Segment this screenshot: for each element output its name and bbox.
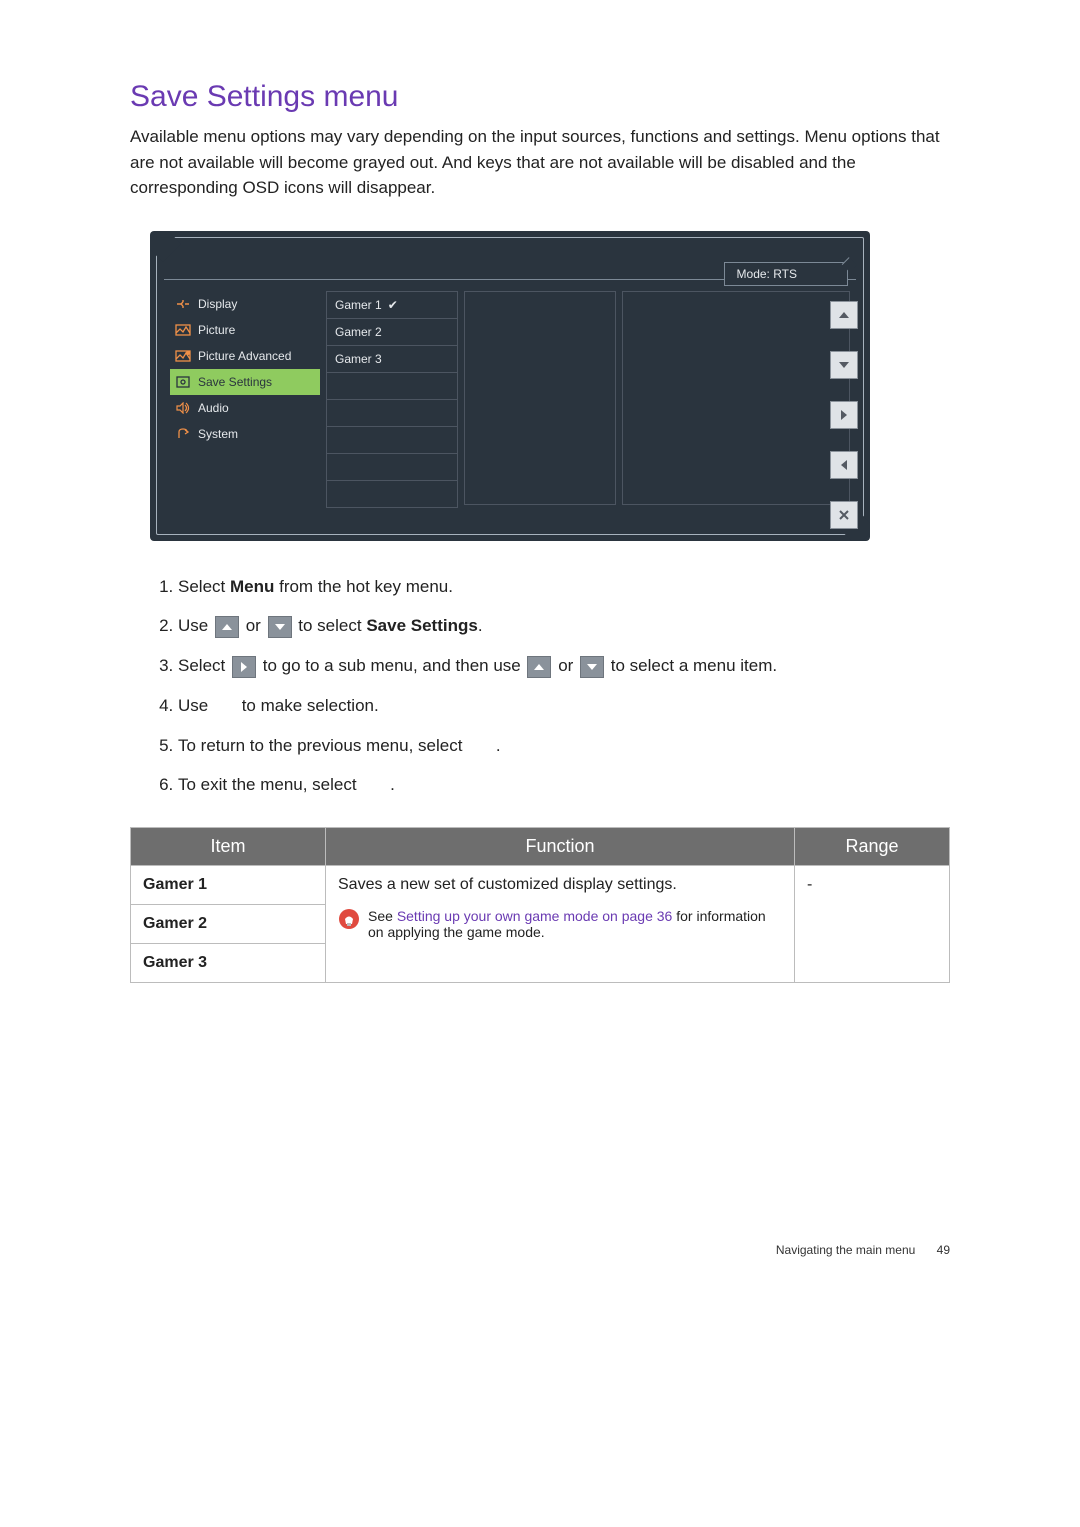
check-icon: ✔ [388,298,398,312]
nav-up-button[interactable] [830,301,858,329]
step-2: Use or to select Save Settings. [178,614,950,638]
osd-option-empty [326,453,458,481]
osd-option-gamer1[interactable]: Gamer 1 ✔ [326,291,458,319]
osd-screenshot: Mode: RTS Display Picture [150,231,870,541]
nav-left-button[interactable] [830,451,858,479]
audio-icon [174,401,192,415]
osd-option-gamer2[interactable]: Gamer 2 [326,318,458,346]
osd-option-empty [326,426,458,454]
th-range: Range [795,828,950,866]
sidebar-item-audio[interactable]: Audio [170,395,320,421]
sidebar-item-display[interactable]: Display [170,291,320,317]
th-item: Item [131,828,326,866]
cell-function: Saves a new set of customized display se… [326,866,795,983]
cell-range: - [795,866,950,983]
page-footer: Navigating the main menu 49 [130,1243,950,1257]
tip-note: See Setting up your own game mode on pag… [338,908,782,940]
page-heading: Save Settings menu [130,80,950,114]
up-arrow-icon [527,656,551,678]
tip-link[interactable]: Setting up your own game mode on page 36 [397,908,673,924]
option-label: Gamer 2 [335,325,382,339]
down-arrow-icon [580,656,604,678]
step-3: Select to go to a sub menu, and then use… [178,654,950,678]
up-arrow-icon [215,616,239,638]
intro-paragraph: Available menu options may vary dependin… [130,124,950,201]
sidebar-item-label: Display [198,297,237,311]
osd-panel: Mode: RTS Display Picture [150,231,870,541]
picture-advanced-icon [174,349,192,363]
right-arrow-icon [232,656,256,678]
mode-indicator: Mode: RTS [724,262,848,286]
nav-right-button[interactable] [830,401,858,429]
tip-icon [338,908,360,930]
sidebar-item-picture[interactable]: Picture [170,317,320,343]
picture-icon [174,323,192,337]
instruction-steps: Select Menu from the hot key menu. Use o… [154,575,950,798]
osd-option-empty [326,372,458,400]
cell-gamer1: Gamer 1 [131,866,326,905]
step-4: Use to make selection. [178,694,950,718]
osd-option-gamer3[interactable]: Gamer 3 [326,345,458,373]
footer-section: Navigating the main menu [776,1243,915,1257]
osd-nav-buttons [830,301,858,529]
down-arrow-icon [268,616,292,638]
save-settings-icon [174,375,192,389]
th-function: Function [326,828,795,866]
osd-preview-area [464,291,616,505]
function-table: Item Function Range Gamer 1 Saves a new … [130,827,950,983]
footer-page-number: 49 [937,1243,950,1257]
cell-gamer2: Gamer 2 [131,905,326,944]
osd-column-3 [622,291,850,531]
step-1: Select Menu from the hot key menu. [178,575,950,599]
osd-option-empty [326,480,458,508]
step-6: To exit the menu, select . [178,773,950,797]
sidebar-item-save-settings[interactable]: Save Settings [170,369,320,395]
osd-values-area [622,291,850,505]
sidebar-item-label: Audio [198,401,229,415]
sidebar-item-label: System [198,427,238,441]
osd-column-2 [464,291,616,531]
cell-gamer3: Gamer 3 [131,944,326,983]
osd-option-empty [326,399,458,427]
nav-exit-button[interactable] [830,501,858,529]
sidebar-item-picture-adv[interactable]: Picture Advanced [170,343,320,369]
sidebar-item-label: Picture Advanced [198,349,291,363]
osd-sidebar: Display Picture Picture Advanced [170,291,320,531]
sidebar-item-label: Picture [198,323,235,337]
option-label: Gamer 1 [335,298,382,312]
sidebar-item-label: Save Settings [198,375,272,389]
display-icon [174,297,192,311]
system-icon [174,427,192,441]
option-label: Gamer 3 [335,352,382,366]
nav-down-button[interactable] [830,351,858,379]
step-5: To return to the previous menu, select . [178,734,950,758]
osd-column-1: Gamer 1 ✔ Gamer 2 Gamer 3 [326,291,458,531]
sidebar-item-system[interactable]: System [170,421,320,447]
function-description: Saves a new set of customized display se… [338,876,782,894]
